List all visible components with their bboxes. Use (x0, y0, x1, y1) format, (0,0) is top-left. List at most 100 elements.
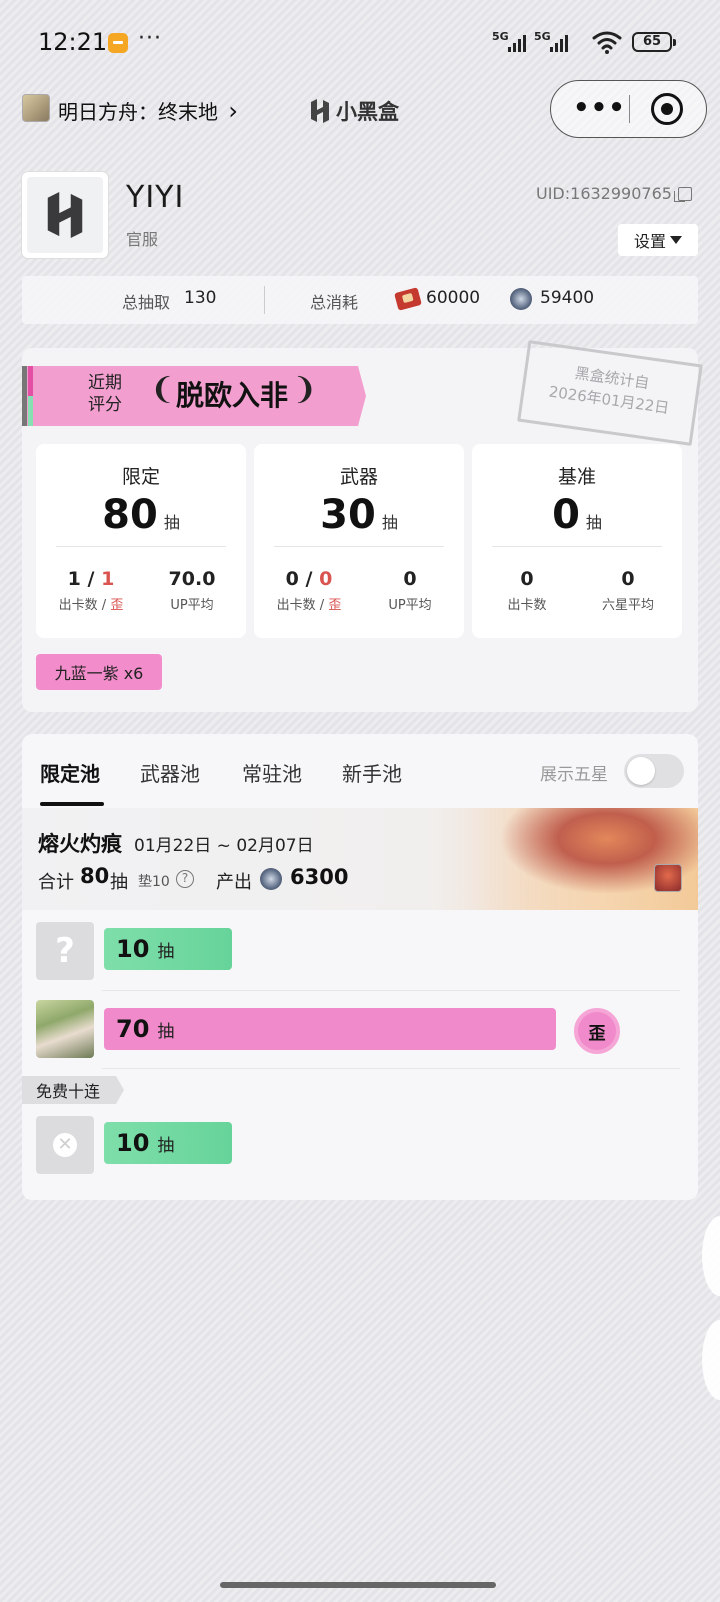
username: YIYI (126, 180, 185, 215)
stat-box-limited: 限定 80 抽 1 / 1 出卡数 / 歪 70.0 UP平均 (36, 444, 246, 638)
battery-icon: 65 (632, 32, 676, 52)
up-avg-value: 0 (403, 568, 417, 590)
settings-dropdown[interactable]: 设置 (618, 224, 698, 256)
pull-count: 10 (116, 935, 150, 963)
six-star-avg-label: 六星平均 (601, 598, 654, 613)
stat-divider (56, 546, 226, 547)
total-pulls-value: 130 (184, 288, 217, 308)
brand-logo: 小黑盒 (308, 96, 399, 126)
six-star-avg-value: 0 (621, 568, 635, 590)
uid-text: UID:1632990765 (536, 184, 672, 203)
banner-operator-avatar (654, 864, 682, 892)
pool-total-value: 80 (80, 864, 110, 888)
stat-pulls-unit: 抽 (585, 513, 602, 532)
no-operator-avatar: ✕ (36, 1116, 94, 1174)
pull-unit: 抽 (157, 1135, 175, 1156)
rating-label-line-1: 近期 (88, 373, 122, 393)
unknown-operator-avatar: ? (36, 922, 94, 980)
heybox-logo-icon (311, 99, 329, 123)
tab-standard-pool[interactable]: 常驻池 (242, 758, 302, 787)
total-pulls-label: 总抽取 (122, 293, 171, 312)
stat-cards-sub: 0 出卡数 (477, 568, 577, 613)
rating-stripe-green (28, 396, 33, 426)
caret-down-icon (670, 236, 682, 244)
off-banner-badge: 歪 (574, 1008, 620, 1054)
pool-total-label: 合计 (38, 872, 74, 893)
show-5star-label: 展示五星 (540, 765, 608, 785)
cards-count: 1 (67, 568, 81, 590)
stat-up-avg-sub: 0 UP平均 (360, 568, 460, 613)
pool-output-label: 产出 (216, 872, 252, 893)
laurel-left-icon: ❨ (150, 372, 176, 407)
copy-icon[interactable] (673, 186, 692, 202)
off-banner-count: 1 (101, 568, 115, 590)
game-avatar-icon[interactable] (22, 94, 50, 122)
heybox-avatar-icon (47, 192, 83, 238)
more-button[interactable]: ••• (573, 93, 626, 123)
stat-title: 基准 (557, 466, 596, 488)
stat-cards-sub: 1 / 1 出卡数 / 歪 (58, 568, 124, 613)
up-avg-label: UP平均 (388, 598, 432, 613)
game-title-label: 明日方舟：终末地 (58, 100, 218, 124)
stat-box-weapon: 武器 30 抽 0 / 0 出卡数 / 歪 0 UP平均 (254, 444, 464, 638)
help-icon[interactable]: ? (176, 870, 194, 888)
stat-pulls-unit: 抽 (163, 513, 180, 532)
pool-name: 熔火灼痕 (38, 832, 122, 856)
off-banner-count: 0 (319, 568, 333, 590)
headhunt-ticket-icon (394, 287, 422, 311)
off-banner-label: 歪 (110, 598, 124, 613)
tab-weapon-pool[interactable]: 武器池 (140, 758, 200, 787)
stat-pulls: 80 抽 (36, 492, 246, 538)
off-banner-label: 歪 (328, 598, 342, 613)
tab-limited-pool[interactable]: 限定池 (40, 758, 100, 787)
stat-title: 限定 (121, 466, 160, 488)
chevron-right-icon: › (228, 97, 238, 125)
server-label: 官服 (126, 230, 159, 249)
rating-stripe-gray (22, 366, 27, 426)
rating-label-line-2: 评分 (88, 395, 122, 415)
signal-bars-1-icon (508, 34, 526, 52)
tab-beginner-pool[interactable]: 新手池 (342, 758, 402, 787)
close-icon: ✕ (53, 1133, 77, 1157)
ticket-cost-value: 60000 (426, 288, 481, 308)
rating-stripe-pink (28, 366, 33, 396)
pool-output-value: 6300 (290, 865, 349, 889)
up-avg-value: 70.0 (168, 568, 216, 590)
stat-pulls-value: 80 (102, 492, 158, 538)
pull-count: 70 (116, 1015, 150, 1043)
operator-avatar[interactable] (36, 1000, 94, 1058)
capsule-divider (629, 95, 630, 123)
uid-copy[interactable]: UID:1632990765 (536, 184, 692, 203)
gem-cost-value: 59400 (540, 288, 595, 308)
free-ten-pull-tag: 免费十连 (22, 1076, 124, 1104)
pull-unit: 抽 (157, 1021, 175, 1042)
wifi-icon (592, 31, 622, 54)
cards-count: 0 (520, 568, 534, 590)
status-more-dots: ··· (138, 26, 162, 51)
show-5star-toggle[interactable] (624, 754, 684, 788)
cards-label: 出卡数 / (58, 598, 107, 613)
signal-5g-label-1: 5G (492, 30, 509, 43)
floating-bubble-decoration (702, 1320, 720, 1400)
signal-5g-label-2: 5G (534, 30, 551, 43)
rating-value: 脱欧入非 (176, 379, 289, 412)
summary-bar: 总抽取 130 总消耗 60000 59400 (22, 276, 698, 324)
banner-character-art (470, 808, 698, 910)
brand-name: 小黑盒 (336, 100, 399, 124)
home-indicator[interactable] (220, 1582, 496, 1588)
stat-pulls-value: 30 (320, 492, 376, 538)
close-miniapp-button[interactable] (651, 93, 683, 125)
game-switcher[interactable]: 明日方舟：终末地 › (58, 96, 238, 125)
stat-divider (274, 546, 444, 547)
cards-count: 0 (285, 568, 299, 590)
laurel-right-icon: ❩ (292, 372, 318, 407)
miniapp-capsule: ••• (550, 80, 707, 138)
up-avg-label: UP平均 (170, 598, 214, 613)
settings-label: 设置 (633, 232, 666, 251)
stat-pulls: 0抽 (472, 492, 682, 538)
stat-pulls-unit: 抽 (381, 513, 398, 532)
notification-app-icon (108, 33, 128, 53)
signal-bars-2-icon (550, 34, 568, 52)
stat-pulls: 30 抽 (254, 492, 464, 538)
pool-dates: 01月22日 ~ 02月07日 (134, 836, 314, 856)
